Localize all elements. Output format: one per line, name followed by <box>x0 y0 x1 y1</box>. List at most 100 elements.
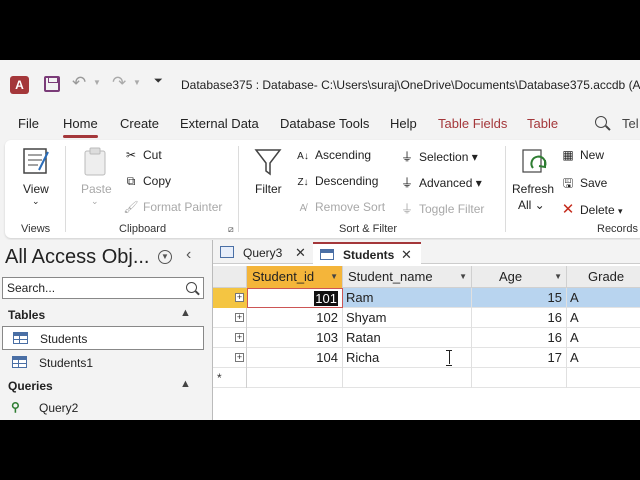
table-row[interactable]: + 104 Richa 17 A <box>213 348 640 368</box>
expand-subdatasheet-icon[interactable]: + <box>235 353 244 362</box>
cell-age[interactable]: 16 <box>472 328 567 348</box>
nav-item-students[interactable]: Students <box>2 326 204 350</box>
column-header-age[interactable]: Age ▼ <box>472 266 567 288</box>
redo-dropdown-icon[interactable]: ▼ <box>133 78 141 87</box>
nav-item-query2[interactable]: ⚲ Query2 <box>2 396 204 420</box>
undo-dropdown-icon[interactable]: ▼ <box>93 78 101 87</box>
refresh-all-button[interactable]: Refresh <box>512 182 554 196</box>
cell-grade[interactable]: A <box>567 348 640 368</box>
cell-student-id[interactable]: 102 <box>247 308 343 328</box>
search-icon[interactable] <box>186 282 197 293</box>
save-record-icon: 🖫 <box>562 176 574 190</box>
column-header-grade[interactable]: Grade <box>567 266 640 288</box>
cell-student-name[interactable] <box>343 368 472 388</box>
tab-create[interactable]: Create <box>120 116 159 131</box>
expand-subdatasheet-icon[interactable]: + <box>235 313 244 322</box>
tab-file[interactable]: File <box>18 116 39 131</box>
new-record-button[interactable]: ▦ New <box>560 148 604 162</box>
column-header-row: Student_id ▼ Student_name ▼ Age ▼ Grade <box>213 266 640 288</box>
cell-student-id[interactable]: 101 <box>247 288 343 308</box>
column-header-student-name[interactable]: Student_name ▼ <box>343 266 472 288</box>
collapse-tables-icon[interactable]: ▲ <box>180 307 191 319</box>
selection-button[interactable]: ⏚ Selection ▾ <box>399 148 478 165</box>
close-icon[interactable]: ✕ <box>295 245 306 261</box>
paste-icon[interactable] <box>81 146 111 178</box>
save-icon[interactable] <box>44 76 60 92</box>
new-label: New <box>580 148 605 162</box>
tab-table[interactable]: Table <box>527 116 558 131</box>
cell-age[interactable]: 17 <box>472 348 567 368</box>
advanced-filter-icon: ⏚ <box>400 176 413 190</box>
save-record-button[interactable]: 🖫 Save <box>560 174 607 195</box>
sort-ascending-icon: A↓ <box>297 151 309 162</box>
customize-toolbar-icon[interactable]: ⏷ <box>154 75 163 88</box>
remove-sort-label: Remove Sort <box>315 200 386 214</box>
cell-age[interactable]: 15 <box>472 288 567 308</box>
tab-database-tools[interactable]: Database Tools <box>280 116 369 131</box>
paste-dropdown-icon[interactable]: ⌄ <box>91 196 99 207</box>
nav-item-students1[interactable]: Students1 <box>2 351 204 375</box>
column-dropdown-icon[interactable]: ▼ <box>330 266 338 288</box>
redo-icon[interactable]: ↷ <box>112 73 126 93</box>
doc-tab-students[interactable]: Students ✕ <box>313 242 421 264</box>
clipboard-dialog-launcher-icon[interactable]: ⧄ <box>228 224 234 235</box>
tab-home[interactable]: Home <box>63 116 98 138</box>
tab-table-fields[interactable]: Table Fields <box>438 116 507 131</box>
cell-age[interactable]: 16 <box>472 308 567 328</box>
table-row[interactable]: + 103 Ratan 16 A <box>213 328 640 348</box>
delete-record-button[interactable]: ✕ Delete ▾ <box>560 200 623 218</box>
column-dropdown-icon[interactable]: ▼ <box>459 266 467 288</box>
refresh-all-label[interactable]: All ⌄ <box>518 198 545 212</box>
cell-student-name[interactable]: Richa <box>343 348 472 368</box>
cell-age[interactable] <box>472 368 567 388</box>
refresh-icon[interactable] <box>520 146 550 178</box>
cell-student-name[interactable]: Shyam <box>343 308 472 328</box>
view-icon[interactable] <box>21 146 51 176</box>
expand-subdatasheet-icon[interactable]: + <box>235 333 244 342</box>
view-dropdown-icon[interactable]: ⌄ <box>32 196 40 207</box>
view-button[interactable]: View <box>23 182 49 196</box>
cell-grade[interactable] <box>567 368 640 388</box>
new-record-row[interactable]: * <box>213 368 640 388</box>
toggle-filter-button[interactable]: ⏚ Toggle Filter <box>399 200 484 217</box>
cell-student-id[interactable]: 103 <box>247 328 343 348</box>
nav-menu-chevron-icon[interactable]: ▼ <box>158 250 172 264</box>
text-cursor-icon <box>446 350 452 366</box>
cell-student-id[interactable] <box>247 368 343 388</box>
copy-button[interactable]: ⧉ Copy <box>123 174 171 189</box>
cell-student-name[interactable]: Ratan <box>343 328 472 348</box>
collapse-queries-icon[interactable]: ▲ <box>180 378 191 390</box>
tell-me-label[interactable]: Tel <box>622 116 639 131</box>
paste-button[interactable]: Paste <box>81 182 112 196</box>
cell-student-name[interactable]: Ram <box>343 288 472 308</box>
nav-collapse-icon[interactable]: ‹ <box>186 246 191 264</box>
cut-button[interactable]: ✂ Cut <box>123 148 162 162</box>
nav-search-input[interactable] <box>3 278 173 298</box>
remove-sort-button[interactable]: A̸ Remove Sort <box>295 200 385 214</box>
undo-icon[interactable]: ↶ <box>72 73 86 93</box>
select-all-corner[interactable] <box>213 266 247 288</box>
column-header-student-id[interactable]: Student_id ▼ <box>247 266 343 288</box>
table-row[interactable]: + 101 Ram 15 A <box>213 288 640 308</box>
cell-grade[interactable]: A <box>567 328 640 348</box>
advanced-button[interactable]: ⏚ Advanced ▾ <box>399 174 482 191</box>
cell-grade[interactable]: A <box>567 308 640 328</box>
column-dropdown-icon[interactable]: ▼ <box>554 266 562 288</box>
doc-tab-query3[interactable]: Query3 ✕ <box>213 242 309 264</box>
close-icon[interactable]: ✕ <box>401 247 412 263</box>
format-painter-button[interactable]: 🖌 Format Painter <box>123 200 222 214</box>
nav-section-queries[interactable]: Queries <box>8 379 53 393</box>
ascending-button[interactable]: A↓ Ascending <box>295 148 371 162</box>
search-icon[interactable] <box>595 116 607 128</box>
expand-subdatasheet-icon[interactable]: + <box>235 293 244 302</box>
table-row[interactable]: + 102 Shyam 16 A <box>213 308 640 328</box>
descending-button[interactable]: Z↓ Descending <box>295 174 378 188</box>
cell-grade[interactable]: A <box>567 288 640 308</box>
tab-help[interactable]: Help <box>390 116 417 131</box>
filter-icon[interactable] <box>253 146 283 178</box>
nav-section-tables[interactable]: Tables <box>8 308 45 322</box>
cell-student-id[interactable]: 104 <box>247 348 343 368</box>
nav-pane-title[interactable]: All Access Obj... <box>5 246 150 269</box>
tab-external-data[interactable]: External Data <box>180 116 259 131</box>
filter-button[interactable]: Filter <box>255 182 282 196</box>
